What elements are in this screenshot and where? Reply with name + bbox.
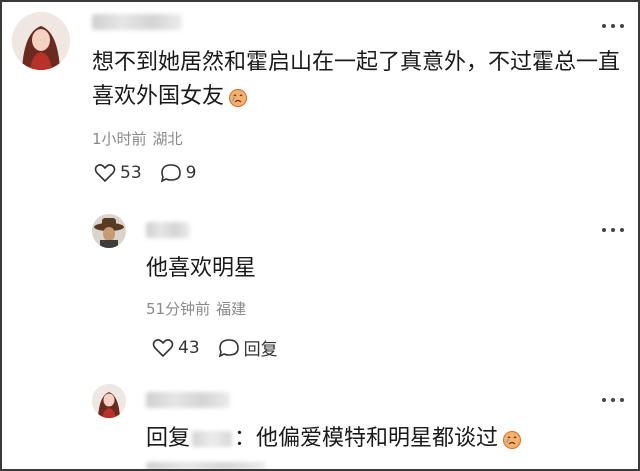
comment-2: 他喜欢明星 51分钟前 福建 43 回复 [0, 200, 640, 370]
username-blurred[interactable] [92, 14, 182, 30]
meta-blurred [146, 462, 266, 470]
crying-emoji-icon [229, 89, 248, 107]
comment-location: 湖北 [152, 130, 183, 148]
avatar[interactable] [12, 12, 70, 70]
more-dots-icon[interactable] [602, 226, 624, 234]
comment-button[interactable]: 9 [160, 163, 197, 183]
username-blurred[interactable] [146, 222, 190, 238]
cowboy-hat-avatar-icon [92, 214, 126, 248]
comment-text-line2-wrap: 喜欢外国女友 [92, 82, 248, 112]
reply-button[interactable]: 回复 [218, 335, 278, 360]
comment-text-line1: 想不到她居然和霍启山在一起了真意外，不过霍总一直 [92, 50, 621, 75]
comment-actions: 53 9 [94, 163, 214, 183]
reply-prefix: 回复 [146, 426, 191, 451]
heart-icon [94, 164, 116, 183]
woman-avatar-icon [12, 12, 70, 70]
like-button[interactable]: 43 [152, 338, 200, 358]
woman-avatar-icon [92, 384, 126, 418]
comment-time: 1小时前 [92, 130, 147, 148]
comment-actions: 43 回复 [152, 335, 296, 360]
like-count: 53 [120, 163, 142, 183]
reply-label: 回复 [243, 340, 278, 360]
mentioned-user-blurred[interactable] [192, 431, 233, 447]
more-dots-icon[interactable] [602, 396, 624, 404]
reply-text: 他喜欢明星 [146, 256, 257, 281]
comment-bubble-icon [160, 164, 181, 183]
more-dots-icon[interactable] [602, 22, 624, 30]
comment-text-line2: 喜欢外国女友 [92, 84, 225, 109]
like-count: 43 [178, 337, 200, 358]
username-blurred[interactable] [146, 392, 230, 408]
comment-3: 回复 ：他偏爱模特和明星都谈过 [0, 372, 640, 471]
avatar[interactable] [92, 384, 126, 418]
comment-meta: 51分钟前 福建 [146, 298, 252, 319]
heart-icon [152, 338, 174, 357]
reply-text: ：他偏爱模特和明星都谈过 [234, 426, 499, 451]
like-button[interactable]: 53 [94, 163, 142, 183]
reply-count: 9 [185, 163, 197, 183]
comment-location: 福建 [216, 300, 247, 318]
crying-emoji-icon [503, 431, 522, 449]
avatar[interactable] [92, 214, 126, 248]
comment-time: 51分钟前 [146, 300, 211, 318]
comment-meta: 1小时前 湖北 [92, 128, 189, 149]
comment-bubble-icon [218, 338, 239, 357]
comment-1: 想不到她居然和霍启山在一起了真意外，不过霍总一直 喜欢外国女友 1小时前 湖北 5… [0, 0, 640, 200]
reply-text-wrap: 回复 ：他偏爱模特和明星都谈过 [146, 424, 522, 454]
